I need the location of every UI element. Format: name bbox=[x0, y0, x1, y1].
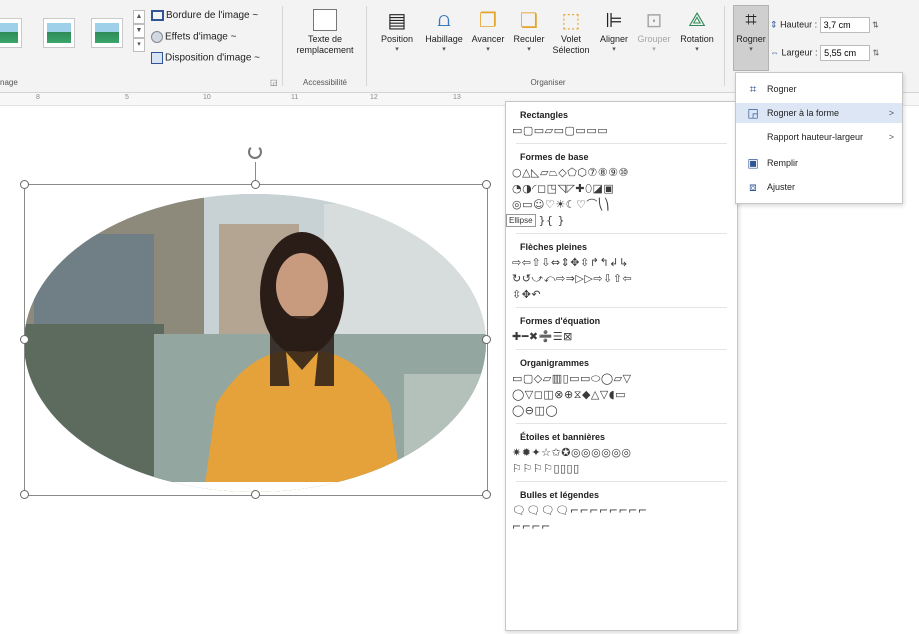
crop-icon: ⌗ bbox=[745, 8, 757, 31]
menu-item-crop[interactable]: ⌗ Rogner bbox=[736, 79, 902, 99]
width-spinner[interactable]: ⇅ bbox=[873, 48, 880, 57]
shape-row[interactable]: {}{ }{ } bbox=[512, 214, 737, 228]
shape-row[interactable]: ✚━✖➗☰⊠ bbox=[512, 330, 737, 344]
crop-to-shape-icon: ◲ bbox=[747, 106, 759, 120]
group-label-accessibility: Accessibilité bbox=[302, 78, 347, 87]
shape-row[interactable]: ▭▢◇▱▥▯▭▭⬭◯▱▽ bbox=[512, 372, 737, 386]
send-backward-icon: ❏ bbox=[520, 9, 538, 32]
picture-effects-icon bbox=[151, 31, 163, 43]
crop-button[interactable]: ⌗ Rogner ▾ bbox=[733, 5, 769, 71]
picture-style-thumbnail[interactable] bbox=[43, 18, 75, 48]
shapes-section-block-arrows: Flèches pleines ⇨⇦⇧⇩⇔⇕✥⇳↱↰↲↳ ↻↺⤻⤺⇨⇒▷▷⇨⇩⇧… bbox=[506, 242, 737, 308]
align-icon: ⊫ bbox=[605, 9, 623, 32]
submenu-arrow-icon: > bbox=[888, 108, 894, 118]
rotate-button[interactable]: ⟁ Rotation ▾ bbox=[675, 6, 719, 54]
menu-item-crop-to-shape[interactable]: ◲ Rogner à la forme > bbox=[736, 103, 902, 123]
shape-row[interactable]: ⌐⌐⌐⌐ bbox=[512, 520, 737, 534]
shapes-section-stars-banners: Étoiles et bannières ✷✹✦☆✩✪◎◎◎◎◎◎ ⚐⚐⚐⚐▯▯… bbox=[506, 432, 737, 482]
shape-row[interactable]: ◯⊖◫◯ bbox=[512, 404, 737, 418]
width-row: ⇔ Largeur : ⇅ bbox=[770, 45, 879, 61]
shape-row[interactable]: ◎▭☺♡☀☾♡⌒⎝⎞ bbox=[512, 198, 737, 212]
shape-row[interactable]: 🗨🗨🗨🗨⌐⌐⌐⌐⌐⌐⌐⌐ bbox=[512, 504, 737, 518]
group-separator bbox=[282, 6, 283, 86]
gallery-scroll-down-button[interactable]: ▼ bbox=[133, 24, 145, 38]
picture-layout-button[interactable]: Disposition d'image ~ bbox=[151, 52, 260, 64]
wrap-text-button[interactable]: ⩍ Habillage ▾ bbox=[421, 6, 467, 54]
crop-submenu: ⌗ Rogner ◲ Rogner à la forme > Rapport h… bbox=[735, 72, 903, 204]
send-backward-button[interactable]: ❏ Reculer ▾ bbox=[509, 6, 549, 54]
picture-border-icon bbox=[151, 10, 164, 21]
resize-handle-n[interactable] bbox=[251, 180, 260, 189]
shapes-section-rectangles: Rectangles ▭▢▭▱▭▢▭▭▭ bbox=[506, 110, 737, 144]
height-spinner[interactable]: ⇅ bbox=[872, 20, 879, 29]
crop-to-shape-gallery: Rectangles ▭▢▭▱▭▢▭▭▭ Formes de base ○△◺▱… bbox=[505, 101, 738, 631]
resize-handle-nw[interactable] bbox=[20, 180, 29, 189]
selection-pane-icon: ⬚ bbox=[561, 9, 581, 32]
shape-row[interactable]: ↻↺⤻⤺⇨⇒▷▷⇨⇩⇧⇦ bbox=[512, 272, 737, 286]
shape-row[interactable]: ⇨⇦⇧⇩⇔⇕✥⇳↱↰↲↳ bbox=[512, 256, 737, 270]
picture-layout-icon bbox=[151, 52, 163, 64]
height-row: ⇕ Hauteur : ⇅ bbox=[770, 17, 879, 33]
menu-item-fit[interactable]: ⧈ Ajuster bbox=[736, 177, 902, 197]
group-label-picture-styles: nage bbox=[0, 78, 18, 87]
picture-style-thumbnail[interactable] bbox=[0, 18, 22, 48]
bring-forward-icon: ❐ bbox=[479, 9, 497, 32]
shapes-section-basic: Formes de base ○△◺▱⏢◇⬠⬡⑦⑧⑨⑩ ◔◑◜◻◳◹◸✚⬯◪▣ … bbox=[506, 152, 737, 234]
resize-handle-s[interactable] bbox=[251, 490, 260, 499]
alt-text-icon bbox=[311, 6, 339, 34]
group-objects-button[interactable]: ⊡ Grouper ▾ bbox=[634, 6, 674, 54]
align-button[interactable]: ⊫ Aligner ▾ bbox=[594, 6, 634, 54]
group-separator bbox=[724, 6, 725, 86]
position-button[interactable]: ▤ Position ▾ bbox=[376, 6, 418, 54]
picture-style-thumbnail[interactable] bbox=[91, 18, 123, 48]
wrap-text-icon: ⩍ bbox=[437, 8, 451, 31]
crop-icon: ⌗ bbox=[749, 82, 757, 96]
rotate-icon: ⟁ bbox=[688, 8, 706, 31]
resize-handle-se[interactable] bbox=[482, 490, 491, 499]
rotate-handle-icon[interactable] bbox=[248, 145, 262, 159]
shape-row[interactable]: ▭▢▭▱▭▢▭▭▭ bbox=[512, 124, 737, 138]
width-input[interactable] bbox=[820, 45, 871, 61]
resize-handle-ne[interactable] bbox=[482, 180, 491, 189]
submenu-arrow-icon: > bbox=[888, 132, 894, 142]
group-objects-icon: ⊡ bbox=[645, 9, 663, 32]
picture-effects-button[interactable]: Effets d'image ~ bbox=[151, 31, 237, 43]
bring-forward-button[interactable]: ❐ Avancer ▾ bbox=[468, 6, 508, 54]
selection-pane-button[interactable]: ⬚ Volet Sélection bbox=[550, 6, 592, 56]
fill-icon: ▣ bbox=[747, 156, 759, 170]
shape-row[interactable]: ⇳✥↶ bbox=[512, 288, 737, 302]
height-input[interactable] bbox=[819, 17, 870, 33]
shape-row[interactable]: ◔◑◜◻◳◹◸✚⬯◪▣ bbox=[512, 182, 737, 196]
shapes-section-equation: Formes d'équation ✚━✖➗☰⊠ bbox=[506, 316, 737, 350]
shape-row[interactable]: ✷✹✦☆✩✪◎◎◎◎◎◎ bbox=[512, 446, 737, 460]
alt-text-button[interactable]: Texte de remplacement bbox=[291, 6, 359, 56]
menu-item-aspect-ratio[interactable]: Rapport hauteur-largeur > bbox=[736, 127, 902, 147]
selection-frame bbox=[24, 184, 488, 496]
fit-icon: ⧈ bbox=[749, 180, 757, 194]
width-icon: ⇔ bbox=[770, 47, 779, 58]
shape-row[interactable]: ○△◺▱⏢◇⬠⬡⑦⑧⑨⑩ bbox=[512, 166, 737, 180]
group-separator bbox=[366, 6, 367, 86]
menu-item-fill[interactable]: ▣ Remplir bbox=[736, 153, 902, 173]
shapes-section-flowchart: Organigrammes ▭▢◇▱▥▯▭▭⬭◯▱▽ ◯▽◻◫⊗⊕⧖◆△▽◖▭ … bbox=[506, 358, 737, 424]
shapes-section-callouts: Bulles et légendes 🗨🗨🗨🗨⌐⌐⌐⌐⌐⌐⌐⌐ ⌐⌐⌐⌐ bbox=[506, 490, 737, 534]
gallery-more-button[interactable]: ▾ bbox=[133, 38, 145, 52]
resize-handle-sw[interactable] bbox=[20, 490, 29, 499]
ellipse-tooltip: Ellipse bbox=[506, 214, 536, 227]
position-icon: ▤ bbox=[387, 9, 407, 32]
height-icon: ⇕ bbox=[770, 19, 778, 30]
picture-border-button[interactable]: Bordure de l'image ~ bbox=[151, 10, 258, 21]
resize-handle-e[interactable] bbox=[482, 335, 491, 344]
gallery-scroll-up-button[interactable]: ▲ bbox=[133, 10, 145, 24]
shape-row[interactable]: ⚐⚐⚐⚐▯▯▯▯ bbox=[512, 462, 737, 476]
resize-handle-w[interactable] bbox=[20, 335, 29, 344]
dialog-launcher-icon[interactable]: ◲ bbox=[270, 78, 278, 87]
shape-row[interactable]: ◯▽◻◫⊗⊕⧖◆△▽◖▭ bbox=[512, 388, 737, 402]
group-label-arrange: Organiser bbox=[530, 78, 566, 87]
